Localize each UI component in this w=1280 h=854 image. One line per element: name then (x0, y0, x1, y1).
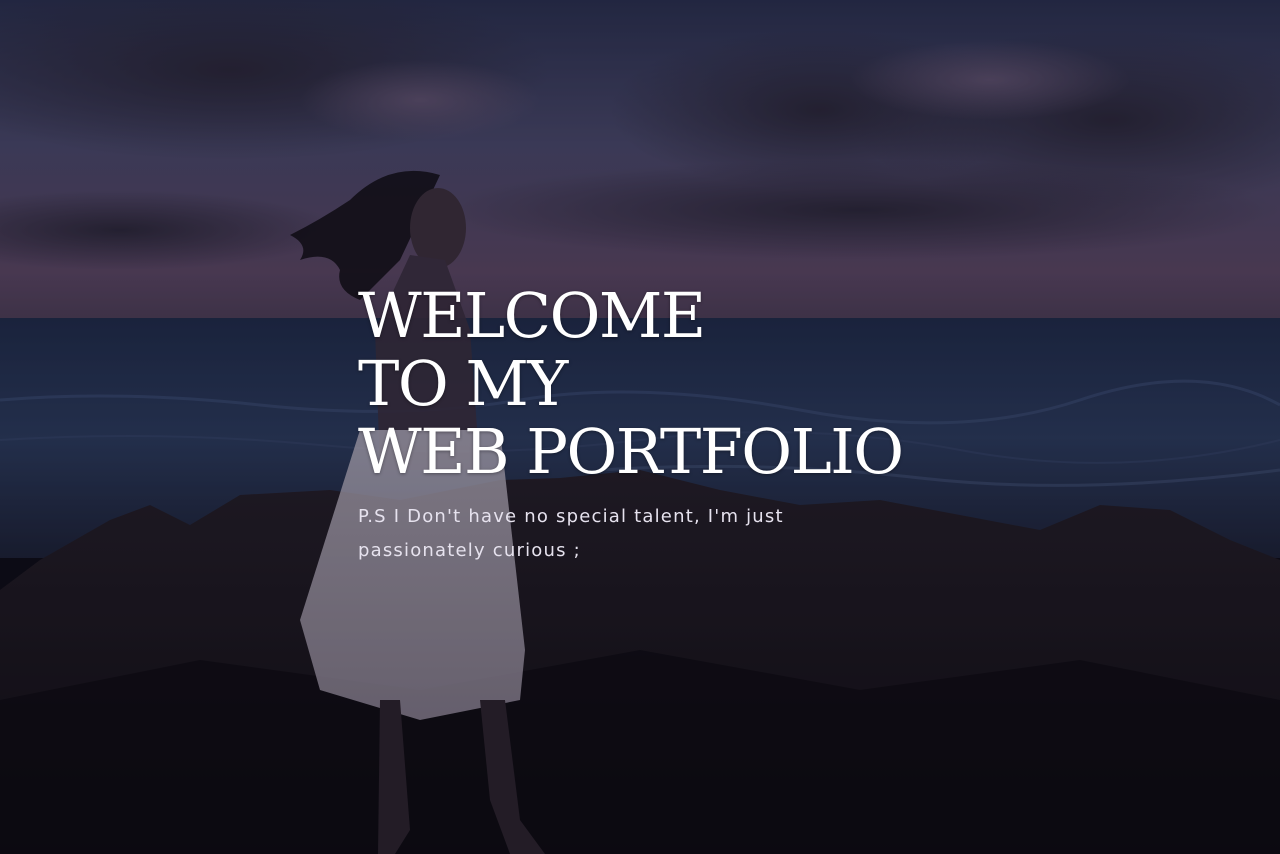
hero-title-line-2: TO MY (358, 347, 568, 420)
hero-content: WELCOME TO MY WEB PORTFOLIO P.S I Don't … (358, 282, 958, 568)
hero-tagline: P.S I Don't have no special talent, I'm … (358, 506, 784, 561)
hero-section: WELCOME TO MY WEB PORTFOLIO P.S I Don't … (0, 0, 1280, 854)
hero-title: WELCOME TO MY WEB PORTFOLIO (358, 282, 958, 486)
hero-title-line-3: WEB PORTFOLIO (358, 415, 904, 488)
hero-title-line-1: WELCOME (358, 279, 706, 352)
